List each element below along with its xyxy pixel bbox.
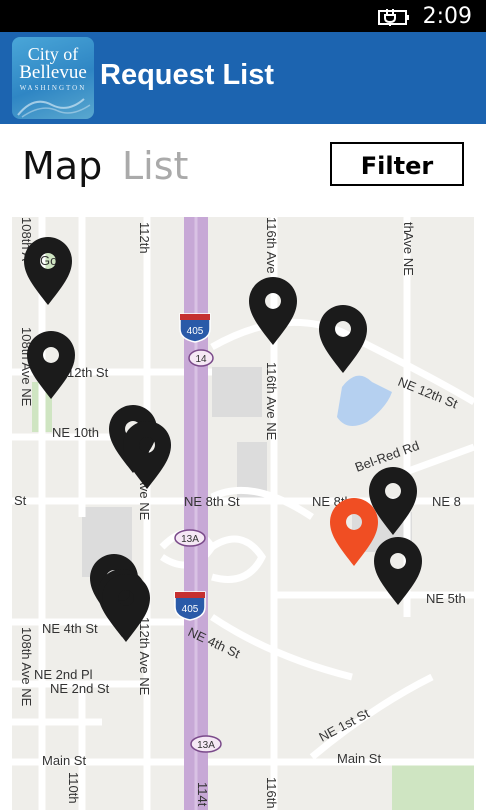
- street-label: NE 5th: [426, 591, 466, 606]
- park-area: [392, 762, 474, 810]
- exit-13a-shield: 13A: [174, 529, 206, 547]
- street-label: 12th St: [67, 365, 109, 380]
- tab-list[interactable]: List: [122, 144, 188, 188]
- street-label: 108th Ave NE: [19, 627, 34, 707]
- street-label: 110th: [66, 772, 81, 804]
- clock: 2:09: [422, 4, 472, 29]
- request-pin[interactable]: [24, 237, 72, 305]
- status-bar: 2:09: [0, 0, 486, 32]
- i405-shield: 405: [179, 313, 211, 343]
- street-label: NE 8: [432, 494, 461, 509]
- svg-text:405: 405: [187, 326, 204, 337]
- tab-map[interactable]: Map: [22, 144, 102, 188]
- map-canvas[interactable]: 405 405 14 13A 13A 12th St NE 12th St NE…: [12, 217, 474, 810]
- street-label: NE 2nd St: [50, 681, 110, 696]
- street-label: 114t: [195, 782, 210, 807]
- street-label: NE 4th St: [42, 621, 98, 636]
- exit-13a-shield: 13A: [190, 735, 222, 753]
- street-label: NE 10th: [52, 425, 99, 440]
- svg-text:14: 14: [195, 354, 207, 365]
- street-label: Ave NE: [401, 232, 416, 276]
- i405-shield: 405: [174, 591, 206, 621]
- sr14-shield: 14: [188, 349, 214, 367]
- request-pin[interactable]: [123, 421, 171, 489]
- logo-line2: Bellevue: [19, 62, 87, 83]
- selected-request-pin[interactable]: [330, 498, 378, 566]
- street-label: 112th Ave NE: [137, 617, 152, 696]
- street-label: NE 1st St: [316, 705, 372, 744]
- svg-text:13A: 13A: [181, 534, 199, 545]
- street-label: NE 2nd Pl: [34, 667, 93, 682]
- street-label: Main St: [42, 753, 86, 768]
- filter-button[interactable]: Filter: [330, 142, 464, 186]
- svg-text:13A: 13A: [197, 740, 215, 751]
- street-label: Main St: [337, 751, 381, 766]
- svg-text:405: 405: [182, 604, 199, 615]
- request-pin[interactable]: [319, 305, 367, 373]
- lake: [337, 375, 392, 426]
- page-title: Request List: [100, 59, 275, 91]
- street-label: NE 8th St: [184, 494, 240, 509]
- street-label: 112th: [137, 222, 152, 254]
- street-label: 116th Ave NE: [264, 362, 279, 441]
- request-pin[interactable]: [249, 277, 297, 345]
- street-label: 116th: [264, 777, 279, 809]
- street-label: 116th Ave: [264, 217, 279, 274]
- street-label: St: [14, 493, 27, 508]
- map-block: [212, 367, 262, 417]
- city-logo: City of Bellevue WASHINGTON: [12, 37, 94, 119]
- logo-line3: WASHINGTON: [19, 84, 87, 92]
- logo-swash-icon: [17, 98, 91, 118]
- logo-line1: City of: [27, 44, 79, 64]
- battery-charging-icon: [378, 7, 412, 32]
- map-view[interactable]: 405 405 14 13A 13A 12th St NE 12th St NE…: [12, 217, 474, 810]
